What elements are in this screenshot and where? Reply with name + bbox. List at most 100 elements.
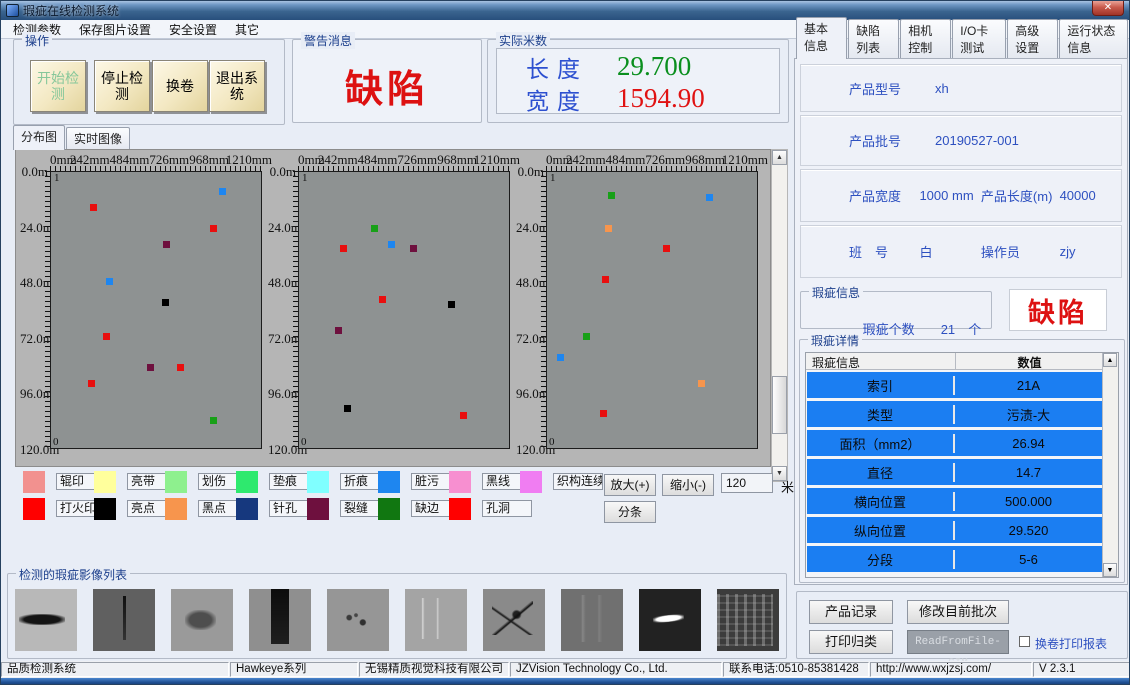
legend-swatch <box>307 471 329 493</box>
detail-row-6[interactable]: 分段5-6 <box>807 546 1102 572</box>
detail-value: 5-6 <box>955 552 1102 567</box>
table-scroll-down-icon[interactable]: ▼ <box>1103 563 1117 577</box>
defect-point[interactable] <box>388 241 395 248</box>
meters-input[interactable] <box>721 473 773 493</box>
tab-right-4[interactable]: 高级设置 <box>1007 19 1058 59</box>
defect-point[interactable] <box>410 245 417 252</box>
op-button-0[interactable]: 开始检测 <box>30 60 86 112</box>
defect-point[interactable] <box>608 192 615 199</box>
defect-point[interactable] <box>460 412 467 419</box>
warning-text: 缺陷 <box>293 58 481 113</box>
defect-thumbnail-5[interactable] <box>405 589 467 651</box>
tab-right-5[interactable]: 运行状态信息 <box>1059 19 1128 59</box>
defect-thumbnail-6[interactable] <box>483 589 545 651</box>
defect-thumbnail-4[interactable] <box>327 589 389 651</box>
defect-point[interactable] <box>698 380 705 387</box>
defect-thumbnail-7[interactable] <box>561 589 623 651</box>
menu-item-2[interactable]: 安全设置 <box>160 19 226 40</box>
defect-thumbnail-2[interactable] <box>171 589 233 651</box>
tab-left-1[interactable]: 实时图像 <box>66 127 130 150</box>
y-tick-label: 72.0m <box>516 331 544 347</box>
defect-point[interactable] <box>344 405 351 412</box>
field-label: 产品批号 <box>849 131 935 150</box>
field-value: 白 <box>919 242 980 261</box>
defect-point[interactable] <box>163 241 170 248</box>
defect-thumbnail-1[interactable] <box>93 589 155 651</box>
detail-row-0[interactable]: 索引21A <box>807 372 1102 398</box>
y-tick-label: 48.0m <box>516 275 544 291</box>
defect-point[interactable] <box>106 278 113 285</box>
menu-item-1[interactable]: 保存图片设置 <box>70 19 160 40</box>
split-button[interactable]: 分条 <box>604 501 656 523</box>
tab-right-3[interactable]: I/O卡测试 <box>952 19 1006 59</box>
print-on-roll-change-label: 换卷打印报表 <box>1035 635 1107 652</box>
detail-row-5[interactable]: 纵向位置29.520 <box>807 517 1102 543</box>
defect-point[interactable] <box>706 194 713 201</box>
zoom-in-button[interactable]: 放大(+) <box>604 474 656 496</box>
op-button-1[interactable]: 停止检测 <box>94 60 150 112</box>
defect-point[interactable] <box>371 225 378 232</box>
detail-row-2[interactable]: 面积（mm2）26.94 <box>807 430 1102 456</box>
table-scroll-up-icon[interactable]: ▲ <box>1103 353 1117 367</box>
defect-point[interactable] <box>379 296 386 303</box>
detail-key: 直径 <box>807 463 955 482</box>
product-record-button[interactable]: 产品记录 <box>809 600 893 624</box>
tab-right-1[interactable]: 缺陷列表 <box>848 19 899 59</box>
defect-point[interactable] <box>448 301 455 308</box>
defect-point[interactable] <box>210 417 217 424</box>
width-label: 宽度 <box>497 82 617 116</box>
tab-left-0[interactable]: 分布图 <box>13 125 65 150</box>
defect-point[interactable] <box>219 188 226 195</box>
read-from-file-button[interactable]: ReadFromFile-SIM <box>907 630 1009 654</box>
defect-point[interactable] <box>602 276 609 283</box>
defect-point[interactable] <box>90 204 97 211</box>
defect-point[interactable] <box>605 225 612 232</box>
defect-point[interactable] <box>88 380 95 387</box>
defect-point[interactable] <box>210 225 217 232</box>
defect-point[interactable] <box>177 364 184 371</box>
plot-scrollbar[interactable]: ▲ ▼ <box>771 149 788 482</box>
defect-point[interactable] <box>583 333 590 340</box>
defect-point[interactable] <box>147 364 154 371</box>
defect-thumbnail-9[interactable] <box>717 589 779 651</box>
op-button-2[interactable]: 换卷 <box>152 60 208 112</box>
detail-key: 类型 <box>807 405 955 424</box>
close-icon[interactable]: ✕ <box>1092 1 1124 16</box>
defect-count-label: 瑕疵个数 <box>863 322 915 337</box>
scrollbar-thumb[interactable] <box>772 376 787 434</box>
field-label: 产品宽度 <box>849 186 919 205</box>
defect-thumbnail-8[interactable] <box>639 589 701 651</box>
zoom-out-button[interactable]: 缩小(-) <box>662 474 714 496</box>
meters-unit-label: 米 <box>781 477 794 496</box>
table-scrollbar[interactable]: ▲ ▼ <box>1102 353 1118 577</box>
legend-swatch <box>94 498 116 520</box>
print-on-roll-change-checkbox[interactable] <box>1019 636 1030 647</box>
defect-point[interactable] <box>103 333 110 340</box>
defect-thumbnail-0[interactable] <box>15 589 77 651</box>
defect-point[interactable] <box>162 299 169 306</box>
defect-point[interactable] <box>600 410 607 417</box>
tab-right-2[interactable]: 相机控制 <box>900 19 951 59</box>
tab-right-0[interactable]: 基本信息 <box>796 17 847 59</box>
modify-batch-button[interactable]: 修改目前批次 <box>907 600 1009 624</box>
detail-row-3[interactable]: 直径14.7 <box>807 459 1102 485</box>
app-icon <box>6 4 19 17</box>
defect-thumbnail-3[interactable] <box>249 589 311 651</box>
defect-point[interactable] <box>340 245 347 252</box>
y-tick-label: 96.0m <box>20 386 48 402</box>
plot-canvas-2: 10 <box>298 171 510 449</box>
defect-point[interactable] <box>663 245 670 252</box>
defect-point[interactable] <box>557 354 564 361</box>
op-button-3[interactable]: 退出系统 <box>209 60 265 112</box>
menu-item-3[interactable]: 其它 <box>226 19 268 40</box>
detail-row-1[interactable]: 类型污渍-大 <box>807 401 1102 427</box>
status-segment-1: Hawkeye系列 <box>230 662 358 677</box>
y-tick-label: 96.0m <box>516 386 544 402</box>
legend-swatch <box>94 471 116 493</box>
defect-point[interactable] <box>335 327 342 334</box>
plot-canvas-1: 10 <box>50 171 262 449</box>
print-classify-button[interactable]: 打印归类 <box>809 630 893 654</box>
scroll-up-icon[interactable]: ▲ <box>772 150 787 165</box>
detail-row-4[interactable]: 横向位置500.000 <box>807 488 1102 514</box>
product-info-row-0: 产品型号xh <box>800 64 1122 112</box>
